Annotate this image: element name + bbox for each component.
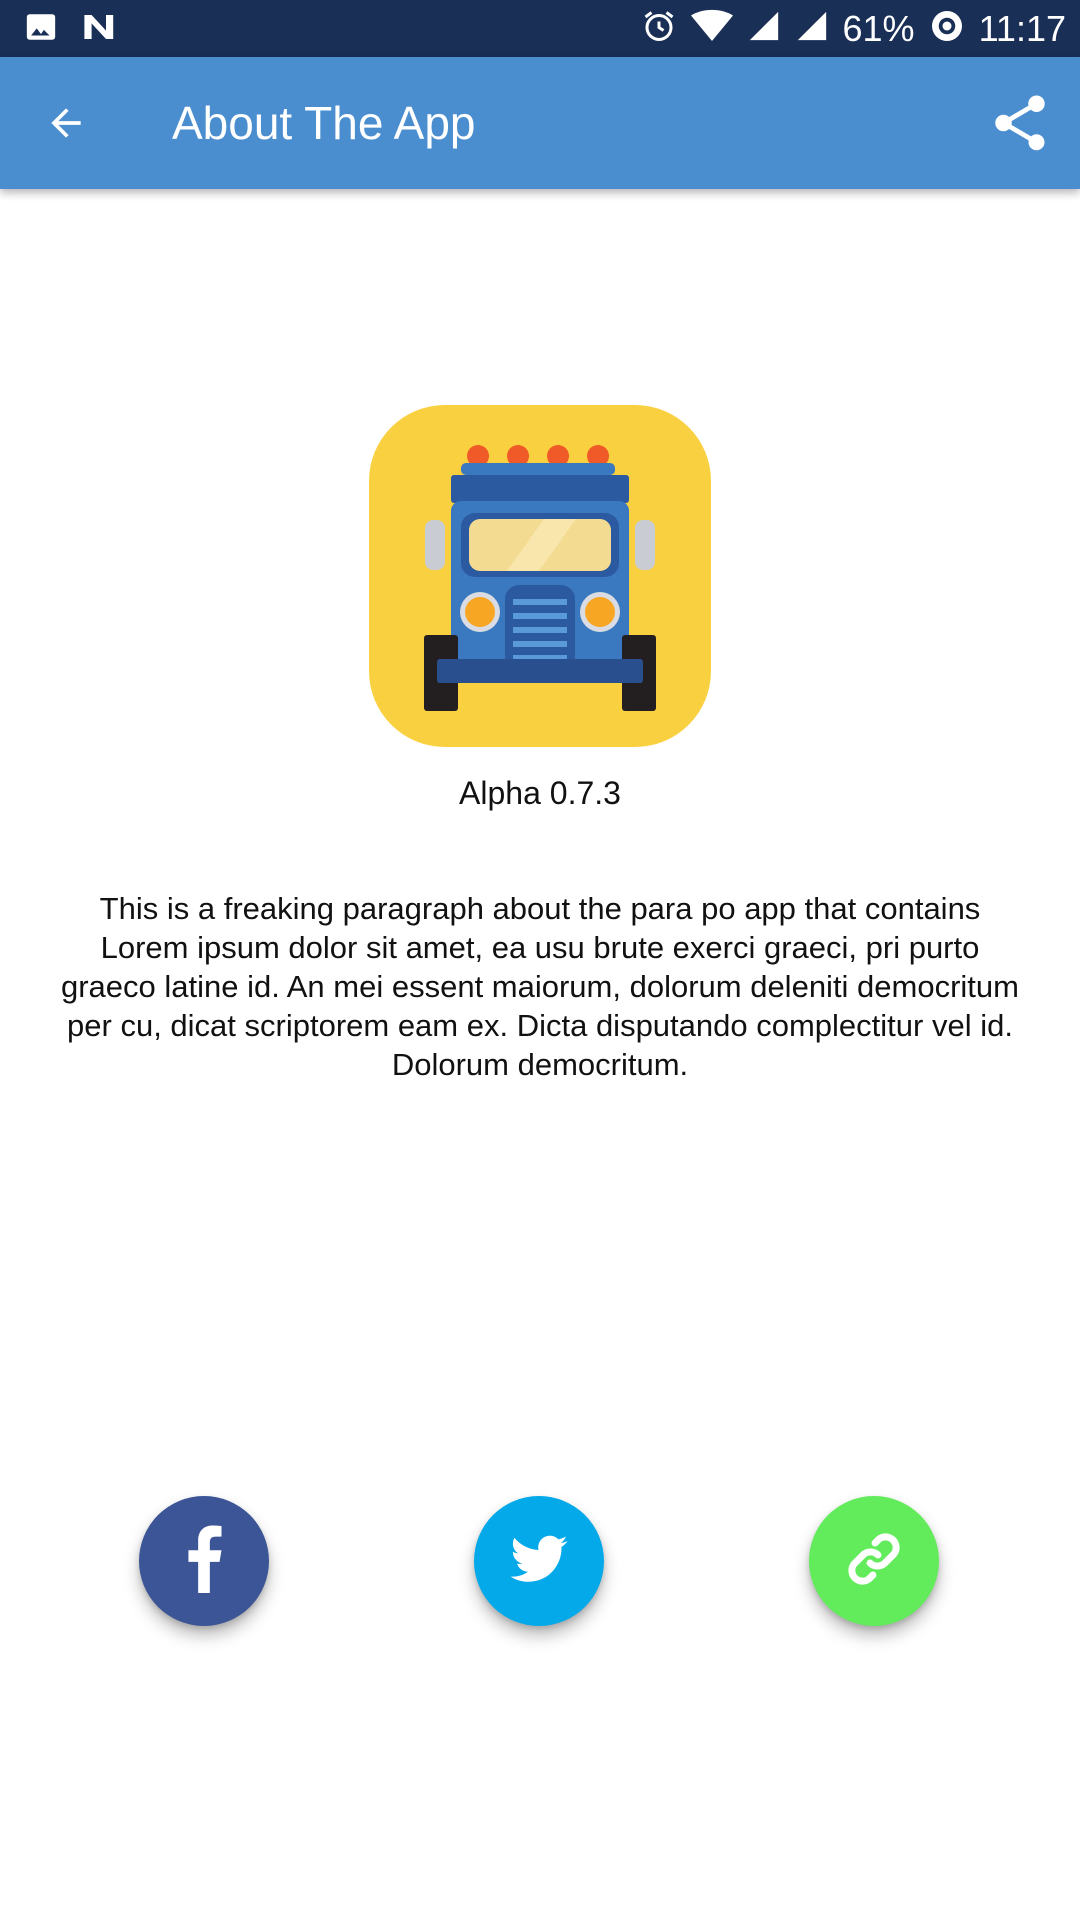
twitter-button[interactable] <box>474 1496 604 1626</box>
clock: 11:17 <box>978 8 1066 49</box>
app-logo <box>369 405 711 747</box>
signal-icon <box>795 9 829 48</box>
arrow-back-icon <box>44 101 88 150</box>
signal-icon <box>747 9 781 48</box>
link-icon <box>842 1527 906 1596</box>
alarm-icon <box>641 8 677 49</box>
app-version: Alpha 0.7.3 <box>459 775 621 811</box>
sync-icon <box>929 8 965 49</box>
status-left-icons <box>24 10 118 48</box>
facebook-icon <box>184 1523 224 1605</box>
image-icon <box>24 10 58 49</box>
link-button[interactable] <box>809 1496 939 1626</box>
app-bar: About The App <box>0 57 1080 189</box>
jeepney-icon <box>369 445 711 747</box>
status-right-icons: 61% 11:17 <box>641 0 1066 57</box>
twitter-icon <box>508 1528 570 1595</box>
status-bar: 61% 11:17 <box>0 0 1080 57</box>
facebook-button[interactable] <box>139 1496 269 1626</box>
back-button[interactable] <box>30 89 102 161</box>
n-app-icon <box>82 12 118 47</box>
wifi-icon <box>690 9 733 48</box>
battery-percent: 61% <box>842 8 915 49</box>
share-icon <box>987 90 1053 161</box>
app-description: This is a freaking paragraph about the p… <box>60 891 1019 1082</box>
page-title: About The App <box>172 97 476 149</box>
share-button[interactable] <box>982 87 1058 163</box>
